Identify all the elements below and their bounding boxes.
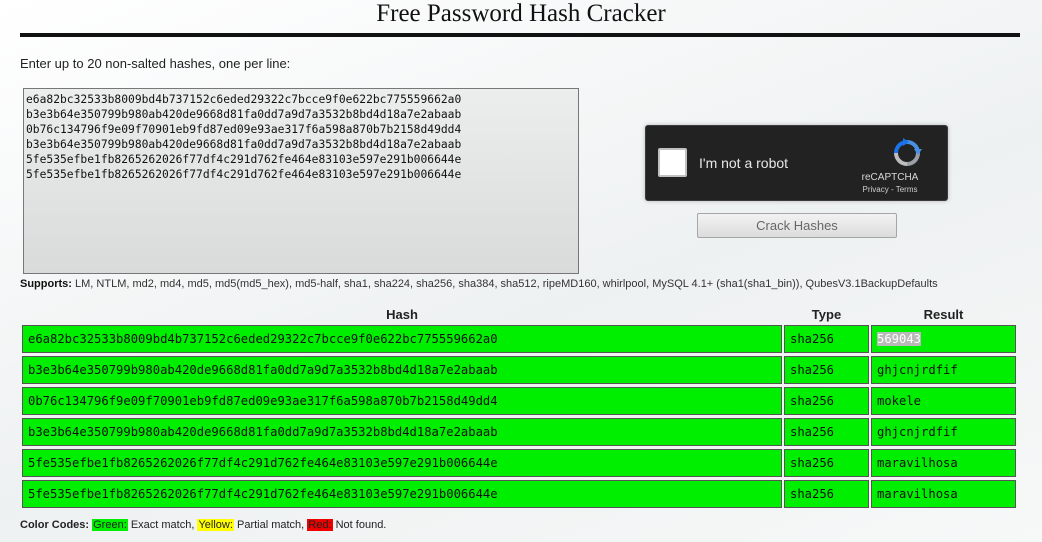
table-row: 5fe535efbe1fb8265262026f77df4c291d762fe4… <box>22 480 1016 508</box>
instructions-text: Enter up to 20 non-salted hashes, one pe… <box>20 56 291 71</box>
hash-cell: 0b76c134796f9e09f70901eb9fd87ed09e93ae31… <box>22 387 782 415</box>
table-row: b3e3b64e350799b980ab420de9668d81fa0dd7a9… <box>22 418 1016 446</box>
supports-list: LM, NTLM, md2, md4, md5, md5(md5_hex), m… <box>75 278 938 290</box>
table-row: e6a82bc32533b8009bd4b737152c6eded29322c7… <box>22 325 1016 353</box>
recaptcha-label: I'm not a robot <box>699 155 789 171</box>
column-header-result: Result <box>923 306 964 322</box>
result-cell: ghjcnjrdfif <box>871 356 1016 384</box>
hash-cell: e6a82bc32533b8009bd4b737152c6eded29322c7… <box>22 325 782 353</box>
table-row: 0b76c134796f9e09f70901eb9fd87ed09e93ae31… <box>22 387 1016 415</box>
legend-red-swatch: Red: <box>307 519 333 531</box>
recaptcha-terms-link[interactable]: Privacy - Terms <box>845 185 935 194</box>
table-row: b3e3b64e350799b980ab420de9668d81fa0dd7a9… <box>22 356 1016 384</box>
table-row: 5fe535efbe1fb8265262026f77df4c291d762fe4… <box>22 449 1016 477</box>
legend-red-desc: Not found. <box>335 519 387 531</box>
type-cell: sha256 <box>784 356 869 384</box>
legend-label: Color Codes: <box>20 519 90 531</box>
type-cell: sha256 <box>784 480 869 508</box>
recaptcha-widget: I'm not a robot reCAPTCHA Privacy - Term… <box>645 125 948 201</box>
legend-yellow-swatch: Yellow: <box>197 519 234 531</box>
result-text[interactable]: 569043 <box>877 332 922 346</box>
result-cell: mokele <box>871 387 1016 415</box>
hash-cell: b3e3b64e350799b980ab420de9668d81fa0dd7a9… <box>22 418 782 446</box>
recaptcha-logo-icon <box>894 138 922 166</box>
result-cell: 569043 <box>871 325 1016 353</box>
hash-cell: 5fe535efbe1fb8265262026f77df4c291d762fe4… <box>22 480 782 508</box>
result-cell: maravilhosa <box>871 449 1016 477</box>
results-table: Hash Type Result e6a82bc32533b8009bd4b73… <box>20 303 1018 511</box>
hash-cell: b3e3b64e350799b980ab420de9668d81fa0dd7a9… <box>22 356 782 384</box>
result-cell: ghjcnjrdfif <box>871 418 1016 446</box>
hash-cell: 5fe535efbe1fb8265262026f77df4c291d762fe4… <box>22 449 782 477</box>
crack-hashes-button[interactable]: Crack Hashes <box>697 213 897 238</box>
type-cell: sha256 <box>784 387 869 415</box>
column-header-hash: Hash <box>386 306 418 322</box>
legend-green-swatch: Green: <box>92 519 128 531</box>
legend-green-desc: Exact match, <box>130 519 195 531</box>
results-header-row: Hash Type Result <box>22 306 1016 322</box>
color-codes-legend: Color Codes: Green: Exact match, Yellow:… <box>20 519 386 531</box>
page: Free Password Hash Cracker Enter up to 2… <box>0 0 1042 542</box>
result-cell: maravilhosa <box>871 480 1016 508</box>
recaptcha-brand: reCAPTCHA <box>861 172 919 183</box>
hash-input[interactable]: e6a82bc32533b8009bd4b737152c6eded29322c7… <box>23 88 579 274</box>
recaptcha-checkbox[interactable] <box>658 148 687 177</box>
type-cell: sha256 <box>784 449 869 477</box>
column-header-type: Type <box>811 306 842 322</box>
type-cell: sha256 <box>784 418 869 446</box>
type-cell: sha256 <box>784 325 869 353</box>
page-title: Free Password Hash Cracker <box>376 0 666 27</box>
supports-label: Supports: <box>20 278 72 290</box>
supports-text: Supports: LM, NTLM, md2, md4, md5, md5(m… <box>20 278 1030 290</box>
legend-yellow-desc: Partial match, <box>236 519 305 531</box>
title-divider <box>20 33 1020 37</box>
